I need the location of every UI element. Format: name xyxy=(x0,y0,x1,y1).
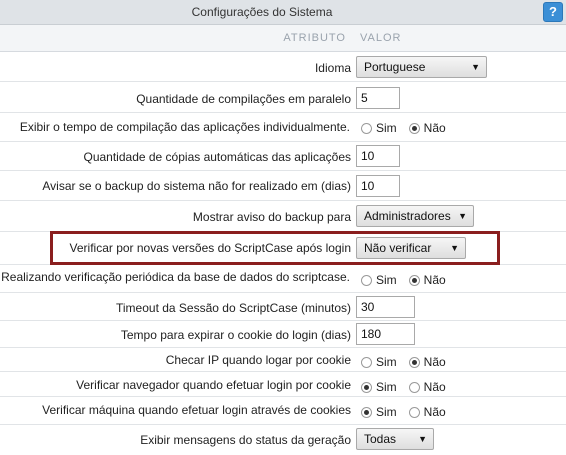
chevron-down-icon: ▼ xyxy=(418,434,427,444)
mostrar-aviso-backup-select[interactable]: Administradores ▼ xyxy=(356,205,474,227)
setting-row-cookie-login: Tempo para expirar o cookie do login (di… xyxy=(0,321,566,348)
setting-label: Quantidade de compilações em paralelo xyxy=(136,92,351,106)
highlight-box xyxy=(50,231,500,265)
verificar-maquina-radio-group: Sim Não xyxy=(361,403,446,421)
setting-row-idioma: Idioma Portuguese ▼ xyxy=(0,52,566,82)
radio-nao-label: Não xyxy=(423,273,446,287)
setting-row-copias: Quantidade de cópias automáticas das apl… xyxy=(0,142,566,171)
setting-row-tempo-compilacao: Exibir o tempo de compilação das aplicaç… xyxy=(0,113,566,142)
setting-label: Avisar se o backup do sistema não for re… xyxy=(42,179,351,193)
radio-sim-label: Sim xyxy=(376,405,397,419)
setting-row-verificacao-periodica: Realizando verificação periódica da base… xyxy=(0,265,566,293)
aviso-backup-dias-input[interactable]: 10 xyxy=(356,175,400,197)
idioma-select[interactable]: Portuguese ▼ xyxy=(356,56,487,78)
verificacao-periodica-radio-group: Sim Não xyxy=(361,271,446,289)
setting-label: Verificar máquina quando efetuar login a… xyxy=(42,403,351,417)
setting-label: Exibir o tempo de compilação das aplicaç… xyxy=(19,120,350,134)
radio-nao-label: Não xyxy=(423,121,446,135)
setting-label: Timeout da Sessão do ScriptCase (minutos… xyxy=(116,301,351,315)
chevron-down-icon: ▼ xyxy=(458,211,467,221)
setting-row-status-geracao: Exibir mensagens do status da geração To… xyxy=(0,425,566,455)
timeout-input[interactable]: 30 xyxy=(356,296,415,318)
radio-sim[interactable] xyxy=(361,274,372,286)
column-header: ATRIBUTO VALOR xyxy=(0,25,566,52)
setting-label: Idioma xyxy=(314,61,351,75)
tempo-compilacao-radio-group: Sim Não xyxy=(361,119,446,137)
idioma-select-value: Portuguese xyxy=(364,60,426,74)
setting-label: Tempo para expirar o cookie do login (di… xyxy=(120,328,351,342)
setting-row-aviso-backup-dias: Avisar se o backup do sistema não for re… xyxy=(0,171,566,201)
radio-nao[interactable] xyxy=(408,356,420,368)
setting-row-mostrar-aviso-backup: Mostrar aviso do backup para Administrad… xyxy=(0,201,566,232)
radio-nao[interactable] xyxy=(408,122,420,134)
setting-row-verificar-navegador: Verificar navegador quando efetuar login… xyxy=(0,372,566,397)
radio-sim-label: Sim xyxy=(376,355,397,369)
page-title: Configurações do Sistema xyxy=(191,5,333,19)
verificar-navegador-radio-group: Sim Não xyxy=(361,378,446,396)
radio-sim[interactable] xyxy=(361,356,372,368)
setting-label: Checar IP quando logar por cookie xyxy=(165,353,351,367)
compilacoes-input[interactable]: 5 xyxy=(356,87,400,109)
setting-label: Realizando verificação periódica da base… xyxy=(1,270,350,284)
radio-nao-label: Não xyxy=(423,380,446,394)
radio-nao-label: Não xyxy=(423,405,446,419)
chevron-down-icon: ▼ xyxy=(471,62,480,72)
radio-sim[interactable] xyxy=(361,406,372,418)
setting-row-verificar-maquina: Verificar máquina quando efetuar login a… xyxy=(0,397,566,425)
checar-ip-radio-group: Sim Não xyxy=(361,353,446,371)
cookie-login-input[interactable]: 180 xyxy=(356,323,415,345)
radio-nao-label: Não xyxy=(423,355,446,369)
radio-sim[interactable] xyxy=(361,122,372,134)
setting-label: Quantidade de cópias automáticas das apl… xyxy=(83,150,351,164)
setting-label: Verificar navegador quando efetuar login… xyxy=(76,378,351,392)
radio-sim-label: Sim xyxy=(376,121,397,135)
copias-input[interactable]: 10 xyxy=(356,145,400,167)
radio-nao[interactable] xyxy=(408,381,420,393)
setting-label: Exibir mensagens do status da geração xyxy=(140,433,351,447)
radio-sim-label: Sim xyxy=(376,380,397,394)
status-geracao-select[interactable]: Todas ▼ xyxy=(356,428,434,450)
radio-nao[interactable] xyxy=(408,406,420,418)
setting-label: Mostrar aviso do backup para xyxy=(192,210,351,224)
column-header-attribute: ATRIBUTO xyxy=(283,32,346,44)
radio-sim[interactable] xyxy=(361,381,372,393)
status-geracao-select-value: Todas xyxy=(364,432,397,446)
help-button[interactable]: ? xyxy=(543,2,563,22)
setting-row-timeout: Timeout da Sessão do ScriptCase (minutos… xyxy=(0,293,566,321)
mostrar-aviso-backup-select-value: Administradores xyxy=(364,209,451,223)
title-bar: Configurações do Sistema ? xyxy=(0,0,566,25)
setting-row-compilacoes: Quantidade de compilações em paralelo 5 xyxy=(0,82,566,113)
column-header-value: VALOR xyxy=(360,32,402,44)
radio-nao[interactable] xyxy=(408,274,420,286)
setting-row-checar-ip: Checar IP quando logar por cookie Sim Nã… xyxy=(0,348,566,372)
radio-sim-label: Sim xyxy=(376,273,397,287)
